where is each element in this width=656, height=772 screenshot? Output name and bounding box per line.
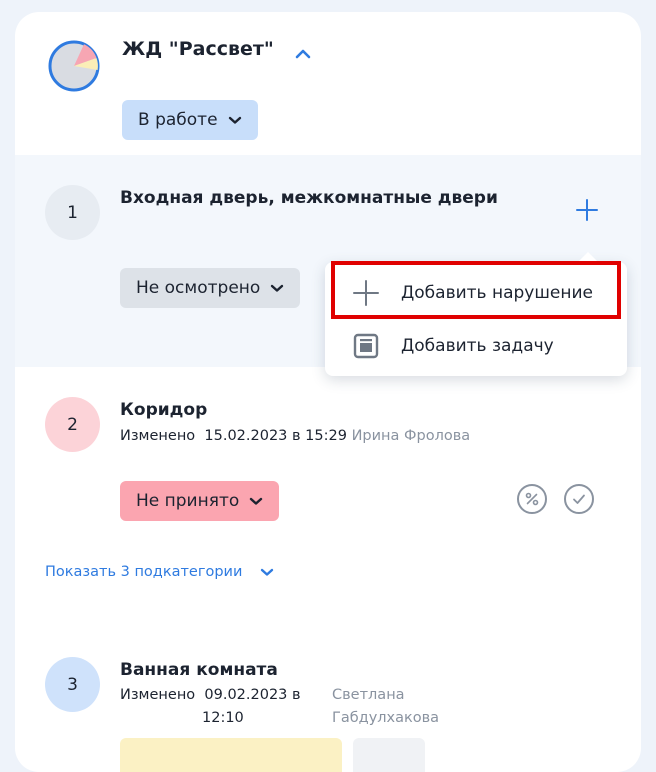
collapse-button[interactable] — [289, 40, 317, 66]
object-card: ЖД "Рассвет" В работе 1 Входная дверь, м… — [15, 12, 641, 772]
check-icon — [573, 494, 585, 504]
menu-item-add-task[interactable]: Добавить задачу — [325, 318, 627, 374]
section-status-dropdown[interactable] — [120, 738, 342, 772]
chevron-down-icon — [271, 284, 284, 292]
changed-label: Изменено — [120, 687, 196, 703]
section-secondary-button[interactable] — [353, 738, 425, 772]
object-status-label: В работе — [138, 110, 218, 130]
chevron-down-icon — [250, 497, 263, 505]
section-status-label: Не принято — [136, 491, 240, 511]
plus-icon — [576, 199, 598, 221]
chevron-up-icon — [295, 49, 311, 59]
section-number: 2 — [45, 397, 100, 452]
chevron-down-icon — [228, 116, 241, 124]
progress-pie-icon — [48, 40, 100, 92]
changed-time: 12:10 — [202, 710, 244, 726]
section-status-dropdown[interactable]: Не осмотрено — [120, 268, 301, 308]
changed-at: 15.02.2023 в 15:29 — [204, 428, 347, 444]
section-number: 3 — [45, 657, 100, 712]
section-meta: Изменено 15.02.2023 в 15:29 Ирина Фролов… — [120, 428, 470, 444]
section-title: Ванная комната — [120, 660, 278, 680]
changed-label: Изменено — [120, 428, 196, 444]
add-button[interactable] — [573, 196, 601, 224]
author-last-name: Габдулхакова — [332, 710, 440, 726]
highlight-box — [331, 261, 621, 319]
object-status-dropdown[interactable]: В работе — [122, 100, 258, 140]
section-status-label: Не осмотрено — [136, 278, 261, 298]
show-subcategories-label: Показать 3 подкатегории — [45, 564, 243, 580]
chevron-down-icon — [261, 568, 274, 576]
accept-button[interactable] — [564, 484, 594, 514]
section-title: Коридор — [120, 400, 208, 420]
percent-icon — [525, 492, 539, 506]
author-first-name: Светлана — [332, 687, 405, 703]
section-status-dropdown[interactable]: Не принято — [120, 481, 280, 521]
percent-button[interactable] — [517, 484, 547, 514]
menu-item-label: Добавить задачу — [401, 336, 554, 356]
section-number: 1 — [45, 185, 100, 240]
show-subcategories-link[interactable]: Показать 3 подкатегории — [45, 564, 274, 580]
object-title: ЖД "Рассвет" — [122, 38, 274, 60]
changed-date: 09.02.2023 в — [204, 687, 301, 703]
author: Ирина Фролова — [351, 428, 471, 444]
task-icon — [353, 333, 379, 359]
section-meta: Изменено 09.02.2023 в — [120, 687, 301, 703]
section-title: Входная дверь, межкомнатные двери — [120, 188, 498, 208]
